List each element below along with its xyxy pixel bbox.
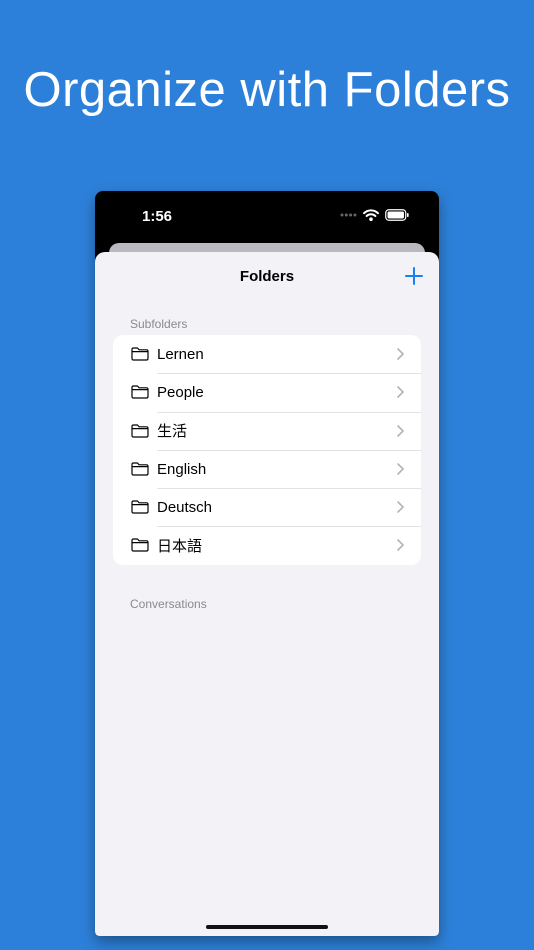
chevron-right-icon: [397, 463, 404, 475]
folder-icon: [131, 347, 149, 361]
folder-icon: [131, 462, 149, 476]
folder-label: Lernen: [157, 345, 204, 363]
folder-label: 生活: [157, 423, 188, 441]
folder-row-nihongo[interactable]: 日本語: [113, 526, 421, 564]
chevron-right-icon: [397, 386, 404, 399]
status-time: 1:56: [142, 208, 173, 225]
folder-icon: [131, 423, 149, 438]
add-folder-button[interactable]: [405, 267, 423, 285]
subfolders-list: Lernen People 生活 English Deutsch 日本語: [113, 335, 421, 565]
status-icons: [340, 209, 409, 221]
nav-title: Folders: [239, 268, 295, 285]
headline: Organize with Folders: [23, 63, 511, 117]
signal-dots-icon: [340, 213, 357, 217]
folder-icon: [131, 500, 149, 514]
folder-row-lernen[interactable]: Lernen: [113, 335, 421, 373]
folder-row-english[interactable]: English: [113, 449, 421, 488]
chevron-right-icon: [397, 424, 404, 437]
phone-frame: 1:56 Folders Subfolders Lernen People 生活…: [95, 191, 439, 936]
folder-row-deutsch[interactable]: Deutsch: [113, 488, 421, 526]
folder-row-people[interactable]: People: [113, 373, 421, 411]
chevron-right-icon: [397, 348, 404, 360]
folder-label: 日本語: [157, 538, 203, 556]
folder-icon: [131, 538, 149, 553]
folder-label: Deutsch: [157, 498, 213, 516]
subfolders-header: Subfolders: [130, 317, 188, 331]
folders-sheet: Folders Subfolders Lernen People 生活 Engl…: [95, 252, 439, 936]
chevron-right-icon: [397, 501, 404, 513]
chevron-right-icon: [397, 539, 404, 552]
conversations-header: Conversations: [130, 597, 207, 611]
wifi-icon: [363, 209, 379, 221]
folder-icon: [131, 385, 149, 399]
home-indicator[interactable]: [206, 925, 328, 929]
battery-icon: [385, 209, 409, 221]
folder-row-seikatsu[interactable]: 生活: [113, 411, 421, 450]
folder-label: English: [157, 460, 207, 478]
folder-label: People: [157, 383, 204, 401]
